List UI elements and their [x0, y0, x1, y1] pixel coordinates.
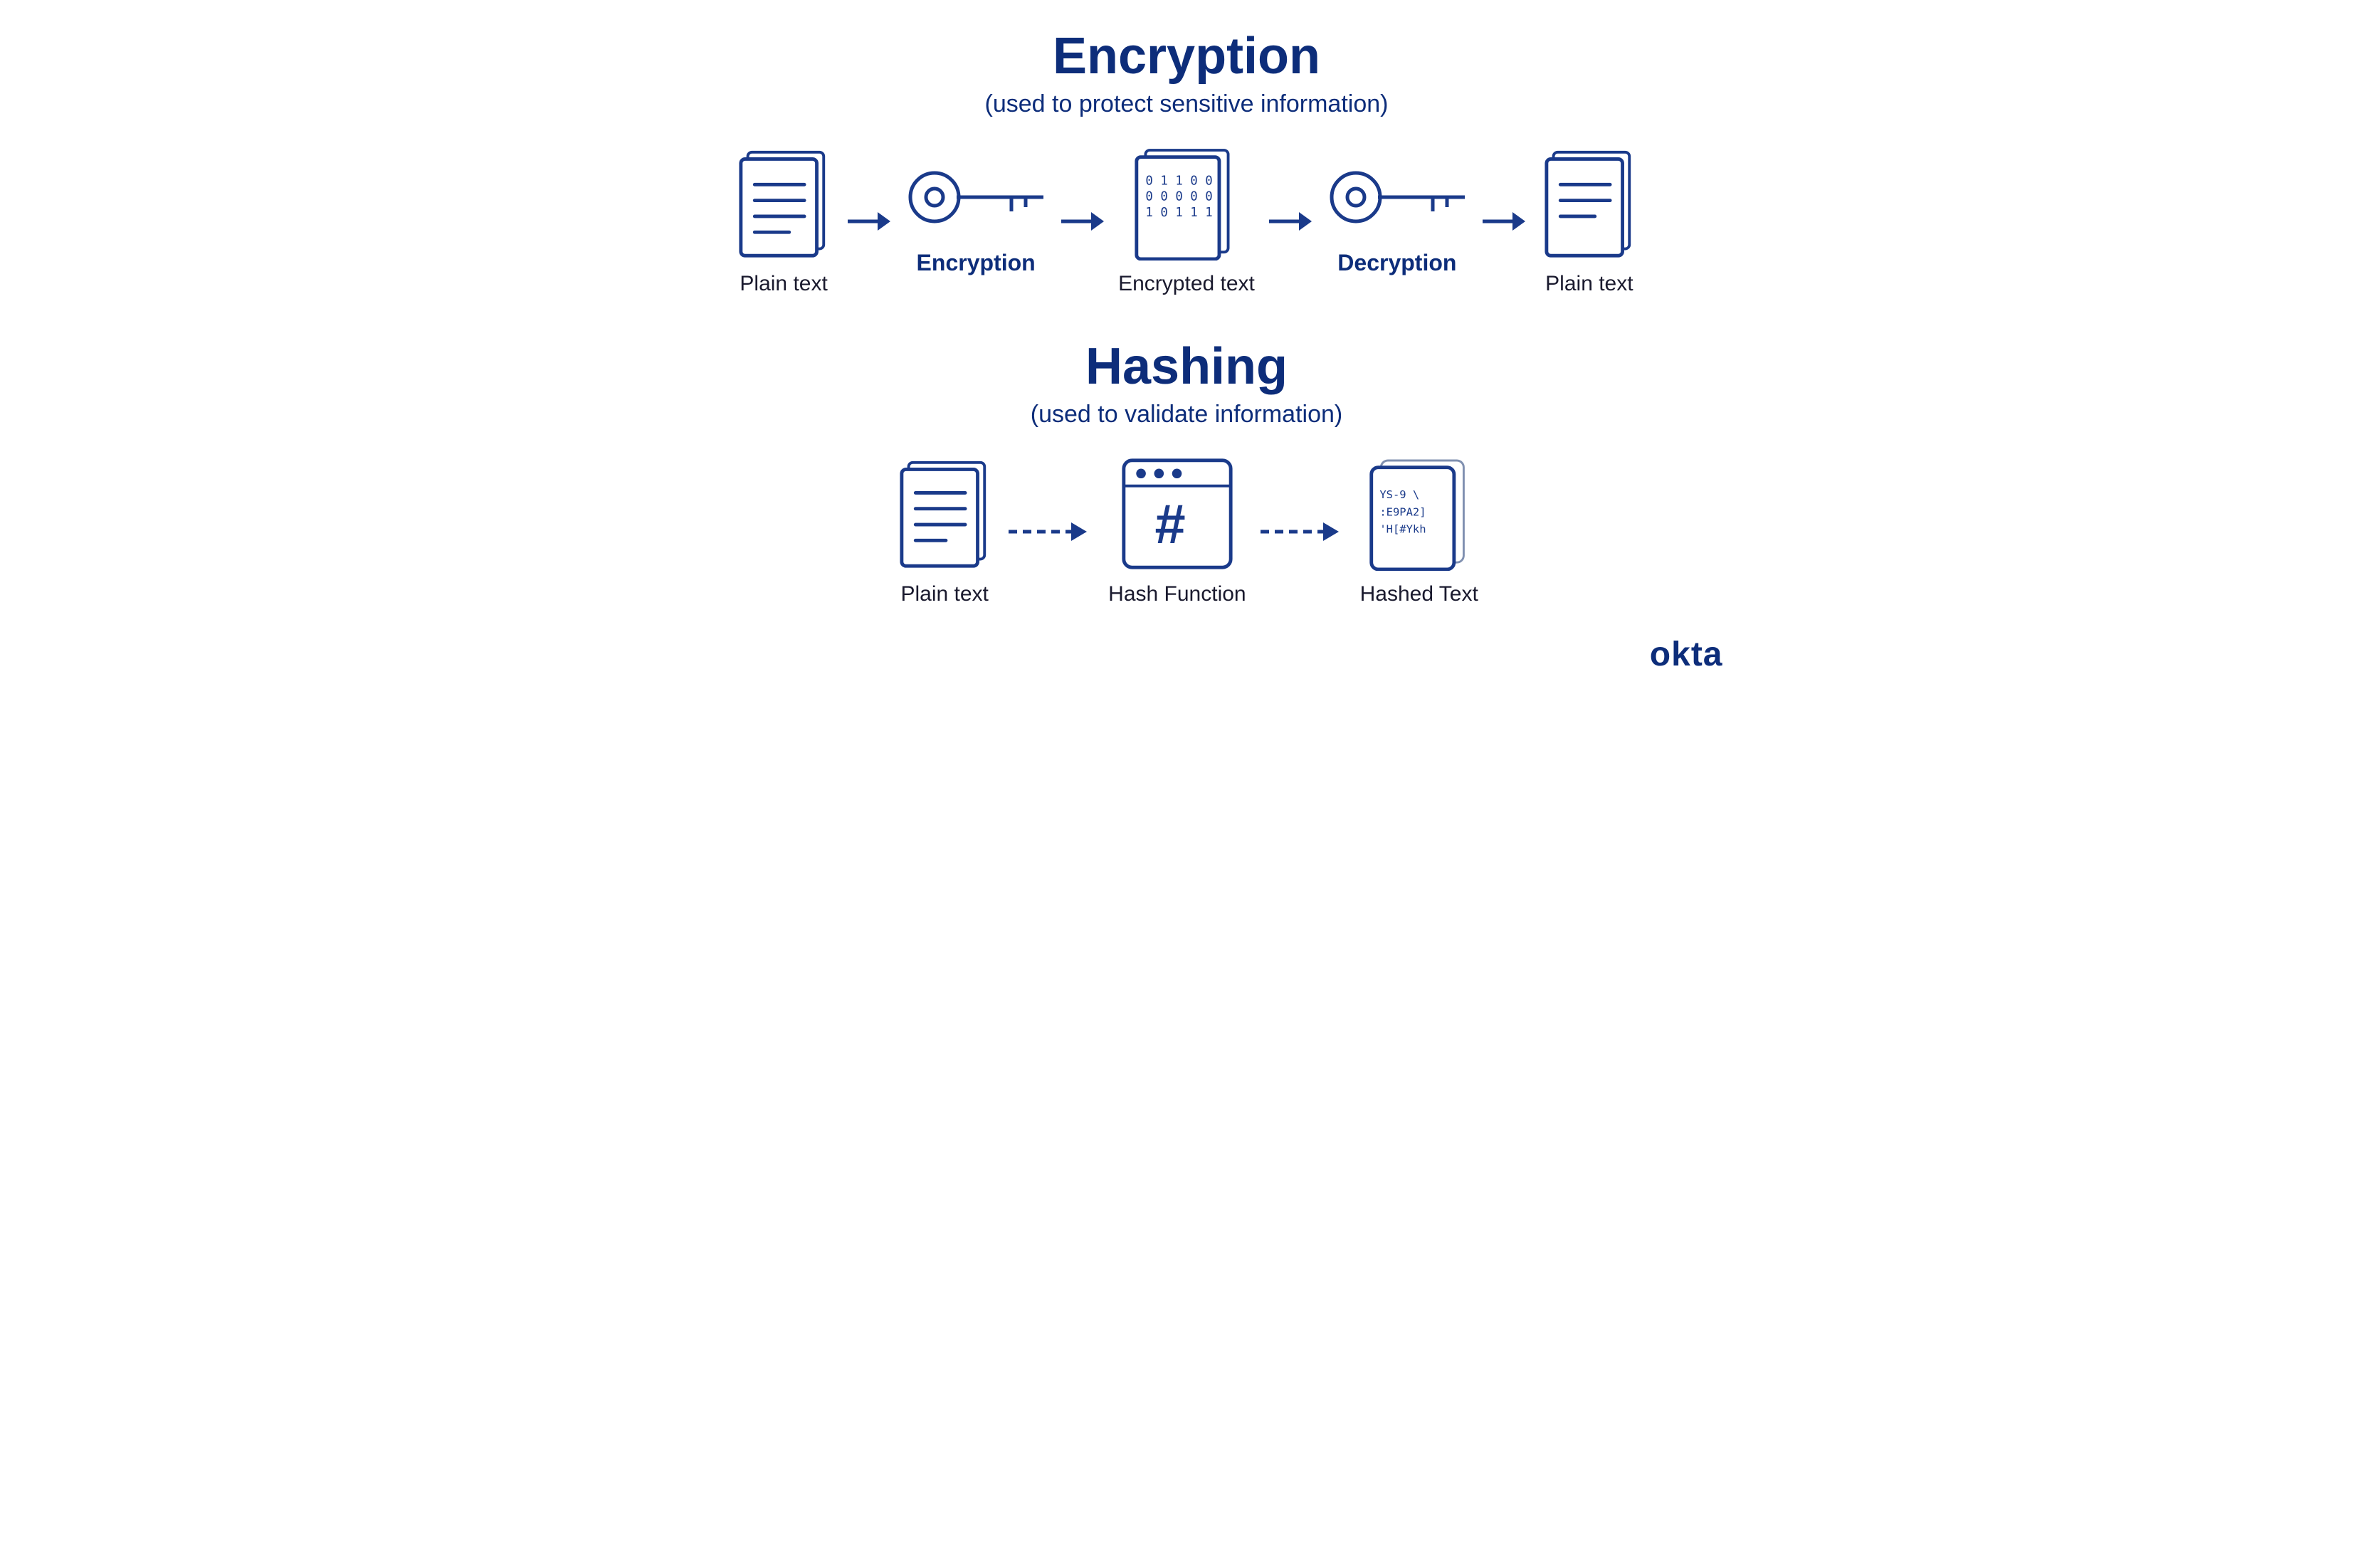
- encryption-diagram-row: Plain text Encryption: [636, 147, 1737, 296]
- dashed-arrow-right-icon: [1261, 514, 1346, 549]
- plain-text-left-item: Plain text: [734, 147, 833, 296]
- svg-text:'H[#Ykh: 'H[#Ykh: [1379, 523, 1426, 536]
- hashing-title: Hashing: [636, 339, 1737, 395]
- hashing-arrow-right: [1261, 514, 1346, 549]
- hash-function-label: Hash Function: [1108, 582, 1246, 606]
- svg-text:0 0 0 0 0: 0 0 0 0 0: [1145, 190, 1212, 204]
- decryption-key-icon: [1326, 167, 1468, 238]
- arrow-to-encrypted: [1061, 204, 1104, 239]
- svg-text::E9PA2]: :E9PA2]: [1379, 506, 1426, 519]
- hashing-plain-text-item: Plain text: [895, 457, 994, 606]
- encryption-section: Encryption (used to protect sensitive in…: [636, 28, 1737, 296]
- arrow-to-encryption: [848, 204, 890, 239]
- decryption-label: Decryption: [1337, 250, 1456, 276]
- hashed-text-label: Hashed Text: [1360, 582, 1478, 606]
- encrypted-text-label: Encrypted text: [1118, 272, 1255, 296]
- hashing-section: Hashing (used to validate information) P…: [636, 339, 1737, 606]
- arrow-right-icon-4: [1483, 204, 1525, 239]
- svg-text:0 1 1 0 0: 0 1 1 0 0: [1145, 174, 1212, 189]
- arrow-right-icon-3: [1269, 204, 1312, 239]
- plain-text-left-label: Plain text: [740, 272, 827, 296]
- encryption-subtitle: (used to protect sensitive information): [636, 90, 1737, 118]
- arrow-to-decryption: [1269, 204, 1312, 239]
- hash-window-icon: #: [1120, 457, 1234, 571]
- okta-logo-container: okta: [636, 635, 1737, 674]
- svg-text:1 0 1 1 1: 1 0 1 1 1: [1145, 206, 1212, 220]
- arrow-to-plain-right: [1483, 204, 1525, 239]
- decryption-key-item: Decryption: [1326, 167, 1468, 276]
- hashing-plain-text-label: Plain text: [900, 582, 988, 606]
- hashed-text-item: YS-9 \ :E9PA2] 'H[#Ykh Hashed Text: [1360, 457, 1478, 606]
- svg-text:#: #: [1154, 495, 1185, 556]
- encryption-title: Encryption: [636, 28, 1737, 85]
- encryption-key-icon: [905, 167, 1047, 238]
- dashed-arrow-left-icon: [1009, 514, 1094, 549]
- okta-logo-text: okta: [1650, 636, 1723, 673]
- svg-text:YS-9 \: YS-9 \: [1379, 489, 1419, 502]
- hashing-subtitle: (used to validate information): [636, 401, 1737, 428]
- document-right-icon: [1540, 147, 1639, 261]
- arrow-right-icon-2: [1061, 204, 1104, 239]
- arrow-right-icon: [848, 204, 890, 239]
- hashing-document-icon: [895, 457, 994, 571]
- encryption-label: Encryption: [917, 250, 1036, 276]
- encrypted-box-icon: 0 1 1 0 0 0 0 0 0 0 1 0 1 1 1: [1133, 147, 1240, 261]
- document-left-icon: [734, 147, 833, 261]
- hashed-output-icon: YS-9 \ :E9PA2] 'H[#Ykh: [1366, 457, 1473, 571]
- encrypted-text-item: 0 1 1 0 0 0 0 0 0 0 1 0 1 1 1 Encrypted …: [1118, 147, 1255, 296]
- plain-text-right-label: Plain text: [1545, 272, 1633, 296]
- encryption-key-item: Encryption: [905, 167, 1047, 276]
- hash-function-item: # Hash Function: [1108, 457, 1246, 606]
- plain-text-right-item: Plain text: [1540, 147, 1639, 296]
- hashing-arrow-left: [1009, 514, 1094, 549]
- hashing-diagram-row: Plain text # Hash Function: [636, 457, 1737, 606]
